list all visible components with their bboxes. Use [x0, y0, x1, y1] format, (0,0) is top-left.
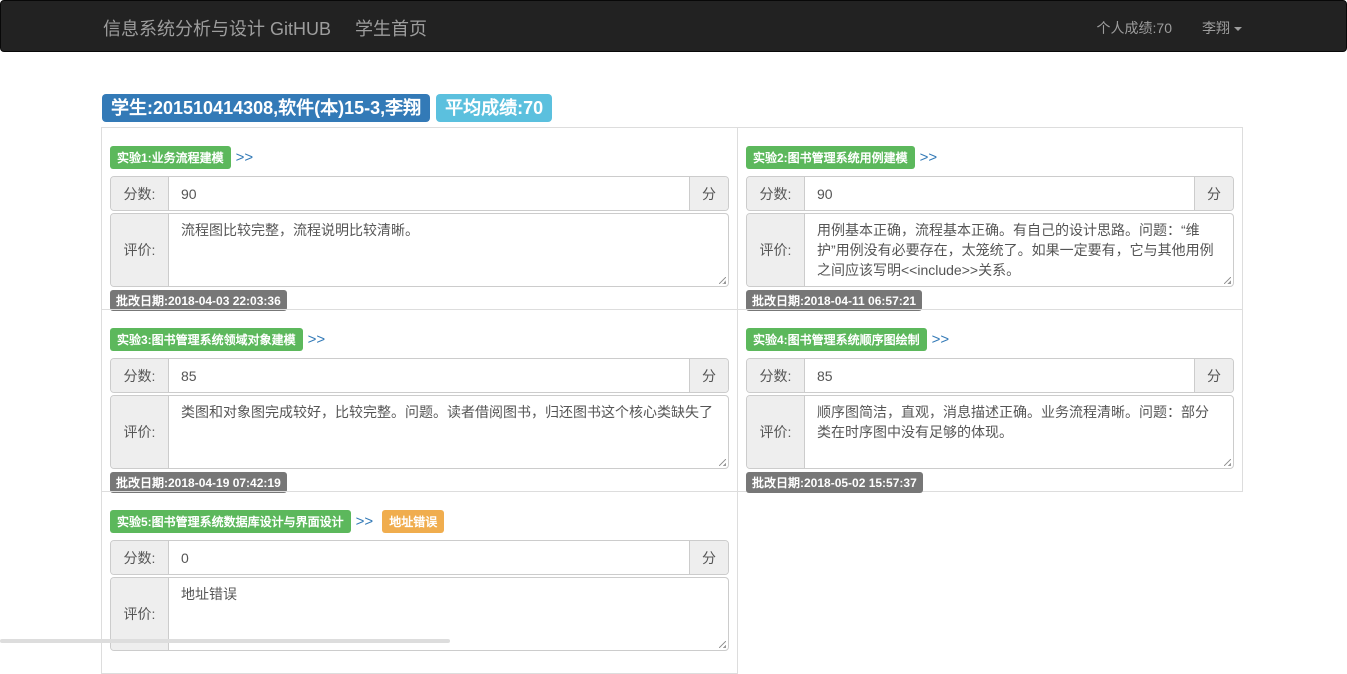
- score-unit: 分: [689, 177, 728, 210]
- review-date-badge: 批改日期:2018-04-03 22:03:36: [110, 290, 287, 311]
- score-input[interactable]: 85: [169, 359, 689, 392]
- score-input-group: 分数: 85 分: [746, 358, 1234, 393]
- experiment-detail-link[interactable]: >>: [308, 331, 326, 348]
- comment-group: 评价: 用例基本正确，流程基本正确。有自己的设计思路。问题：“维护”用例没有必要…: [746, 213, 1234, 287]
- experiment-card: 实验5:图书管理系统数据库设计与界面设计 >> 地址错误 分数: 0 分 评价:…: [101, 491, 738, 674]
- empty-cell: [737, 491, 1243, 674]
- brand-link[interactable]: 信息系统分析与设计 GitHUB: [103, 19, 331, 39]
- score-input-group: 分数: 90 分: [746, 176, 1234, 211]
- experiment-detail-link[interactable]: >>: [236, 149, 254, 166]
- score-input[interactable]: 0: [169, 541, 689, 574]
- comment-label: 评价:: [747, 214, 805, 286]
- score-label: 分数:: [111, 177, 169, 210]
- experiment-card: 实验1:业务流程建模 >> 分数: 90 分 评价: 流程图比较完整，流程说明比…: [101, 127, 738, 310]
- comment-group: 评价: 流程图比较完整，流程说明比较清晰。: [110, 213, 729, 287]
- score-input-group: 分数: 85 分: [110, 358, 729, 393]
- experiment-card: 实验4:图书管理系统顺序图绘制 >> 分数: 85 分 评价: 顺序图简洁，直观…: [737, 309, 1243, 492]
- experiment-title: 实验2:图书管理系统用例建模: [746, 146, 915, 169]
- score-label: 分数:: [747, 359, 805, 392]
- score-unit: 分: [689, 359, 728, 392]
- experiment-title: 实验1:业务流程建模: [110, 146, 231, 169]
- experiment-detail-link[interactable]: >>: [356, 513, 374, 530]
- experiment-title: 实验5:图书管理系统数据库设计与界面设计: [110, 510, 351, 533]
- experiment-detail-link[interactable]: >>: [920, 149, 938, 166]
- experiment-card: 实验3:图书管理系统领域对象建模 >> 分数: 85 分 评价: 类图和对象图完…: [101, 309, 738, 492]
- navbar: 信息系统分析与设计 GitHUB 学生首页 个人成绩:70 李翔: [0, 0, 1347, 52]
- review-date-badge: 批改日期:2018-05-02 15:57:37: [746, 472, 923, 493]
- experiment-title: 实验4:图书管理系统顺序图绘制: [746, 328, 927, 351]
- comment-label: 评价:: [747, 396, 805, 468]
- experiment-detail-link[interactable]: >>: [932, 331, 950, 348]
- score-unit: 分: [1194, 177, 1233, 210]
- warning-badge: 地址错误: [382, 510, 444, 533]
- average-score-label: 平均成绩:70: [436, 94, 552, 122]
- comment-label: 评价:: [111, 214, 169, 286]
- comment-label: 评价:: [111, 396, 169, 468]
- score-input-group: 分数: 0 分: [110, 540, 729, 575]
- comment-group: 评价: 类图和对象图完成较好，比较完整。问题。读者借阅图书，归还图书这个核心类缺…: [110, 395, 729, 469]
- caret-down-icon: [1234, 27, 1242, 31]
- comment-textarea[interactable]: 类图和对象图完成较好，比较完整。问题。读者借阅图书，归还图书这个核心类缺失了: [169, 396, 728, 468]
- score-input[interactable]: 90: [805, 177, 1194, 210]
- experiment-card: 实验2:图书管理系统用例建模 >> 分数: 90 分 评价: 用例基本正确，流程…: [737, 127, 1243, 310]
- score-label: 分数:: [111, 359, 169, 392]
- user-name: 李翔: [1202, 20, 1230, 36]
- score-input-group: 分数: 90 分: [110, 176, 729, 211]
- experiment-grid: 实验1:业务流程建模 >> 分数: 90 分 评价: 流程图比较完整，流程说明比…: [102, 128, 1243, 674]
- comment-group: 评价: 顺序图简洁，直观，消息描述正确。业务流程清晰。问题：部分类在时序图中没有…: [746, 395, 1234, 469]
- comment-textarea[interactable]: 流程图比较完整，流程说明比较清晰。: [169, 214, 728, 286]
- comment-textarea[interactable]: 用例基本正确，流程基本正确。有自己的设计思路。问题：“维护”用例没有必要存在，太…: [805, 214, 1233, 286]
- review-date-badge: 批改日期:2018-04-11 06:57:21: [746, 290, 922, 311]
- score-input[interactable]: 90: [169, 177, 689, 210]
- experiment-title: 实验3:图书管理系统领域对象建模: [110, 328, 303, 351]
- horizontal-scrollbar[interactable]: [0, 639, 450, 643]
- score-label: 分数:: [111, 541, 169, 574]
- score-input[interactable]: 85: [805, 359, 1194, 392]
- personal-score-link[interactable]: 个人成绩:70: [1097, 18, 1172, 38]
- comment-textarea[interactable]: 顺序图简洁，直观，消息描述正确。业务流程清晰。问题：部分类在时序图中没有足够的体…: [805, 396, 1233, 468]
- score-unit: 分: [1194, 359, 1233, 392]
- score-unit: 分: [689, 541, 728, 574]
- nav-home-link[interactable]: 学生首页: [355, 19, 427, 39]
- user-menu[interactable]: 李翔: [1202, 18, 1242, 38]
- student-label: 学生:201510414308,软件(本)15-3,李翔: [102, 94, 430, 122]
- score-label: 分数:: [747, 177, 805, 210]
- review-date-badge: 批改日期:2018-04-19 07:42:19: [110, 472, 287, 493]
